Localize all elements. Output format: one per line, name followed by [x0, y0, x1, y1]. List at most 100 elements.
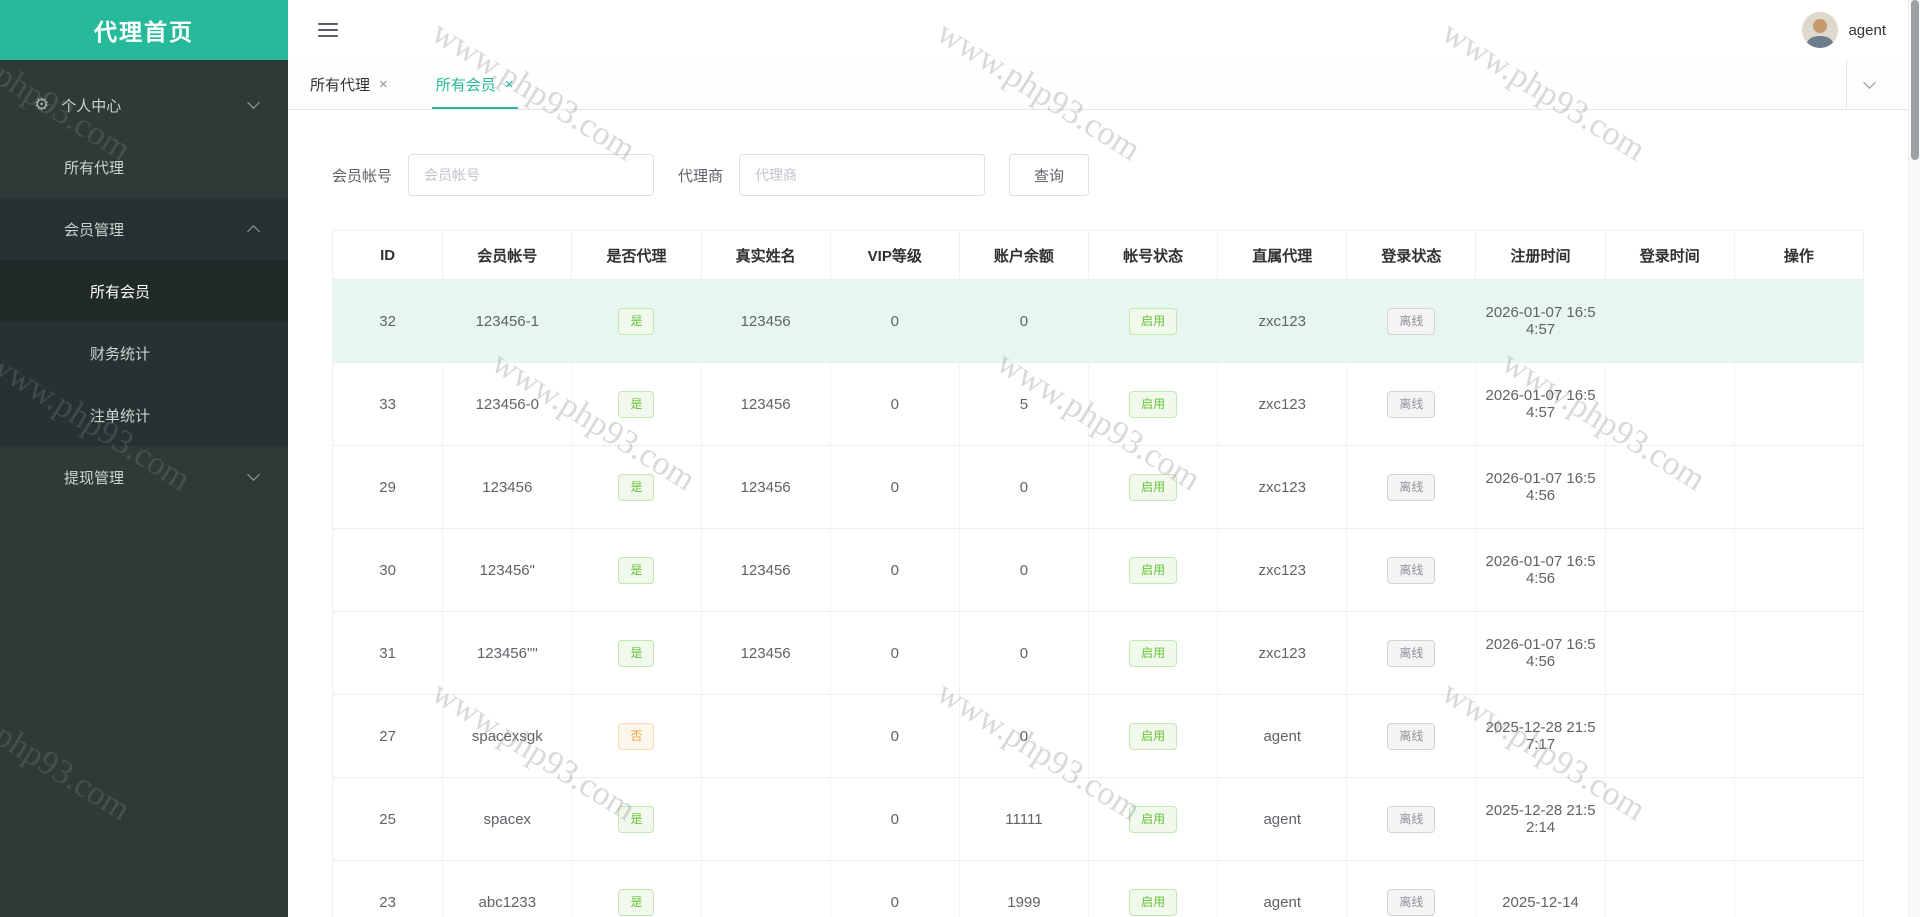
cell-reg_time: 2026-01-07 16:54:56 [1476, 612, 1605, 695]
cell-account: 123456"" [443, 612, 572, 695]
cell-account: abc1233 [443, 861, 572, 917]
cell-parent: agent [1218, 778, 1347, 861]
column-header-real_name: 真实姓名 [701, 231, 830, 280]
tab-close-icon[interactable]: × [505, 76, 514, 93]
cell-is_agent: 是 [572, 529, 701, 612]
login_status-tag: 离线 [1387, 557, 1435, 584]
cell-actions [1734, 778, 1863, 861]
cell-is_agent: 是 [572, 861, 701, 917]
tab-all-agents[interactable]: 所有代理× [310, 60, 388, 109]
is_agent-tag: 是 [618, 889, 654, 916]
cell-parent: zxc123 [1218, 529, 1347, 612]
cell-login_time [1605, 529, 1734, 612]
sidebar-item-bet-stats[interactable]: 注单统计 [0, 384, 288, 446]
cell-reg_time: 2026-01-07 16:54:56 [1476, 446, 1605, 529]
cell-account: 123456 [443, 446, 572, 529]
tabs-dropdown-button[interactable] [1846, 60, 1892, 109]
cell-id: 29 [333, 446, 443, 529]
sidebar-item-label: 财务统计 [90, 343, 150, 364]
is_agent-tag: 否 [618, 723, 654, 750]
tab-all-members[interactable]: 所有会员 × [436, 60, 514, 109]
table-row: 32123456-1是12345600启用zxc123离线2026-01-07 … [333, 280, 1864, 363]
vertical-scrollbar[interactable] [1908, 0, 1920, 917]
is_agent-tag: 是 [618, 391, 654, 418]
sidebar-item-all-members[interactable]: 所有会员 [0, 260, 288, 322]
column-header-login_status: 登录状态 [1347, 231, 1476, 280]
login_status-tag: 离线 [1387, 723, 1435, 750]
cell-is_agent: 是 [572, 446, 701, 529]
chevron-down-icon [247, 468, 260, 481]
cell-real_name [701, 861, 830, 917]
cell-vip: 0 [830, 280, 959, 363]
sidebar-item-label: 注单统计 [90, 405, 150, 426]
agent-input[interactable] [739, 154, 985, 196]
cell-actions [1734, 612, 1863, 695]
cell-login_status: 离线 [1347, 861, 1476, 917]
login_status-tag: 离线 [1387, 308, 1435, 335]
cell-login_time [1605, 446, 1734, 529]
tabs: 所有代理× 所有会员 × [310, 60, 562, 109]
username-label: agent [1848, 22, 1886, 39]
column-header-account: 会员帐号 [443, 231, 572, 280]
column-header-login_time: 登录时间 [1605, 231, 1734, 280]
tab-label: 所有会员 [436, 74, 496, 95]
sidebar-item-withdraw-management[interactable]: 提现管理 [0, 446, 288, 508]
cell-login_time [1605, 280, 1734, 363]
sidebar-item-personal-center[interactable]: ⚙个人中心 [0, 74, 288, 136]
chevron-down-icon [1863, 76, 1876, 89]
cell-actions [1734, 363, 1863, 446]
status-tag: 启用 [1129, 640, 1177, 667]
column-header-is_agent: 是否代理 [572, 231, 701, 280]
cell-real_name: 123456 [701, 529, 830, 612]
scrollbar-thumb[interactable] [1911, 0, 1919, 160]
sidebar-item-all-agents[interactable]: 所有代理 [0, 136, 288, 198]
cell-vip: 0 [830, 778, 959, 861]
cell-login_status: 离线 [1347, 280, 1476, 363]
table-row: 33123456-0是12345605启用zxc123离线2026-01-07 … [333, 363, 1864, 446]
tab-close-icon[interactable]: × [379, 76, 388, 93]
table-row: 30123456"是12345600启用zxc123离线2026-01-07 1… [333, 529, 1864, 612]
cell-account: 123456" [443, 529, 572, 612]
cell-vip: 0 [830, 695, 959, 778]
login_status-tag: 离线 [1387, 391, 1435, 418]
search-button[interactable]: 查询 [1009, 154, 1089, 196]
cell-status: 启用 [1089, 529, 1218, 612]
column-header-status: 帐号状态 [1089, 231, 1218, 280]
is_agent-tag: 是 [618, 557, 654, 584]
cell-login_time [1605, 612, 1734, 695]
sidebar-item-label: 会员管理 [64, 219, 124, 240]
cell-status: 启用 [1089, 446, 1218, 529]
sidebar-item-finance-stats[interactable]: 财务统计 [0, 322, 288, 384]
tab-bar: 所有代理× 所有会员 × [288, 60, 1920, 110]
sidebar-item-member-management[interactable]: 会员管理 [0, 198, 288, 260]
login_status-tag: 离线 [1387, 806, 1435, 833]
cell-id: 23 [333, 861, 443, 917]
sidebar-item-label: 个人中心 [61, 95, 121, 116]
status-tag: 启用 [1129, 557, 1177, 584]
is_agent-tag: 是 [618, 474, 654, 501]
status-tag: 启用 [1129, 723, 1177, 750]
cell-login_time [1605, 363, 1734, 446]
cell-account: 123456-1 [443, 280, 572, 363]
login_status-tag: 离线 [1387, 889, 1435, 916]
member-account-input[interactable] [408, 154, 654, 196]
cell-reg_time: 2026-01-07 16:54:56 [1476, 529, 1605, 612]
user-menu[interactable]: agent [1802, 12, 1886, 48]
status-tag: 启用 [1129, 806, 1177, 833]
hamburger-menu-icon[interactable] [318, 19, 338, 41]
cell-is_agent: 是 [572, 612, 701, 695]
table-row: 31123456""是12345600启用zxc123离线2026-01-07 … [333, 612, 1864, 695]
login_status-tag: 离线 [1387, 474, 1435, 501]
members-table: ID会员帐号是否代理真实姓名VIP等级账户余额帐号状态直属代理登录状态注册时间登… [332, 230, 1864, 917]
cell-actions [1734, 529, 1863, 612]
cell-login_status: 离线 [1347, 778, 1476, 861]
cell-balance: 11111 [959, 778, 1088, 861]
cell-reg_time: 2026-01-07 16:54:57 [1476, 363, 1605, 446]
cell-id: 31 [333, 612, 443, 695]
column-header-actions: 操作 [1734, 231, 1863, 280]
cell-balance: 0 [959, 612, 1088, 695]
cell-actions [1734, 446, 1863, 529]
agent-label: 代理商 [678, 165, 723, 186]
cell-actions [1734, 861, 1863, 917]
login_status-tag: 离线 [1387, 640, 1435, 667]
